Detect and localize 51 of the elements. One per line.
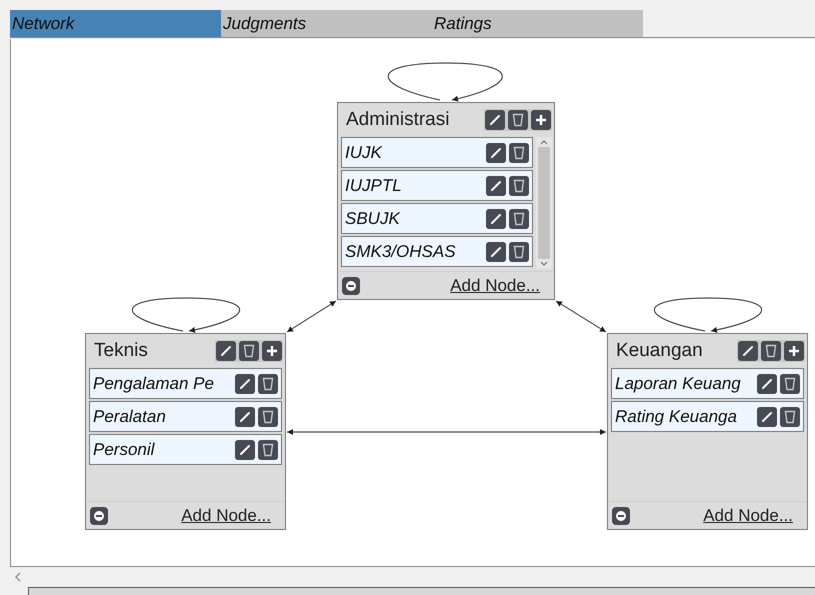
edit-icon[interactable] <box>216 341 236 361</box>
trash-icon[interactable] <box>239 341 259 361</box>
trash-icon[interactable] <box>780 374 800 394</box>
connector-arrow <box>556 300 606 332</box>
add-icon[interactable] <box>784 341 804 361</box>
edit-icon[interactable] <box>738 341 758 361</box>
edit-icon[interactable] <box>486 176 506 196</box>
trash-icon[interactable] <box>780 406 800 426</box>
trash-icon[interactable] <box>509 142 529 162</box>
node-item[interactable]: Laporan Keuang <box>611 368 804 399</box>
edit-icon[interactable] <box>486 208 506 228</box>
add-node-link[interactable]: Add Node... <box>703 502 793 528</box>
edit-icon[interactable] <box>235 406 255 426</box>
add-icon[interactable] <box>262 341 282 361</box>
node-item[interactable]: IUJPTL <box>341 170 533 201</box>
node-item[interactable]: Pengalaman Pe <box>89 368 282 399</box>
trash-icon[interactable] <box>509 176 529 196</box>
tab[interactable]: Network <box>10 10 221 37</box>
edit-icon[interactable] <box>485 110 505 130</box>
trash-icon[interactable] <box>258 406 278 426</box>
cluster-title: Teknis <box>94 338 148 363</box>
cluster-title: Keuangan <box>616 338 703 363</box>
node-item[interactable]: SBUJK <box>341 203 533 234</box>
edit-icon[interactable] <box>757 374 777 394</box>
remove-icon[interactable] <box>342 276 360 294</box>
edit-icon[interactable] <box>486 142 506 162</box>
edit-icon[interactable] <box>235 374 255 394</box>
trash-icon[interactable] <box>258 374 278 394</box>
node-item[interactable]: SMK3/OHSAS <box>341 236 533 267</box>
tab[interactable]: Ratings <box>432 10 643 37</box>
tab[interactable]: Judgments <box>221 10 432 37</box>
node-item[interactable]: Peralatan <box>89 401 282 432</box>
trash-icon[interactable] <box>509 242 529 262</box>
scrollbar[interactable] <box>536 137 552 269</box>
trash-icon[interactable] <box>761 341 781 361</box>
trash-icon[interactable] <box>508 110 528 130</box>
add-node-link[interactable]: Add Node... <box>181 502 271 528</box>
add-icon[interactable] <box>531 110 551 130</box>
connector-arrow <box>286 300 336 332</box>
trash-icon[interactable] <box>258 440 278 460</box>
add-node-link[interactable]: Add Node... <box>450 272 540 298</box>
remove-icon[interactable] <box>612 506 630 524</box>
cluster-title: Administrasi <box>346 108 450 132</box>
edit-icon[interactable] <box>486 242 506 262</box>
node-item[interactable]: IUJK <box>341 137 533 168</box>
edit-icon[interactable] <box>757 406 777 426</box>
node-item[interactable]: Rating Keuanga <box>611 401 804 432</box>
node-item[interactable]: Personil <box>89 434 282 465</box>
remove-icon[interactable] <box>90 506 108 524</box>
trash-icon[interactable] <box>509 208 529 228</box>
edit-icon[interactable] <box>235 440 255 460</box>
